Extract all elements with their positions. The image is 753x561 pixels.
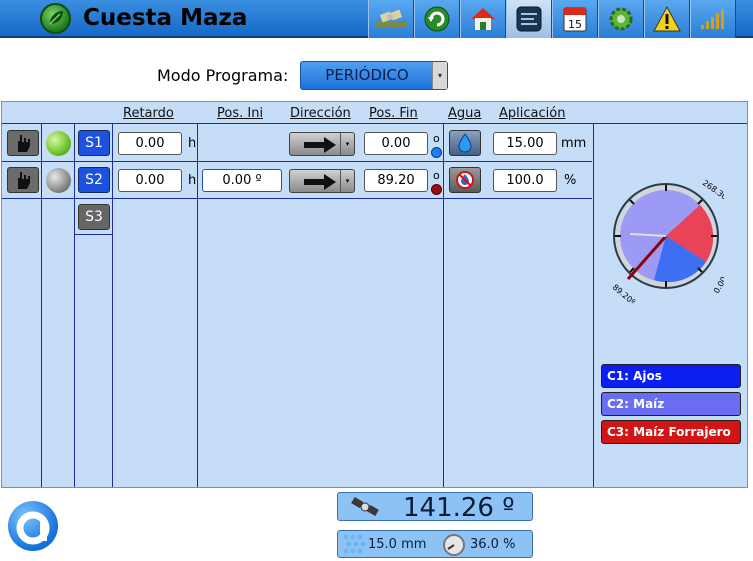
pos-fin-field[interactable]: 0.00 [364,132,428,155]
brand-logo [8,501,58,551]
column-divider [593,124,594,487]
aplicacion-unit: % [564,173,577,188]
mode-value: PERIÓDICO [325,66,409,84]
app-title: Cuesta Maza [83,5,248,31]
row-divider [2,198,592,199]
refresh-icon[interactable] [414,0,460,38]
arrow-right-icon [304,137,336,153]
status-dot-red [431,184,442,195]
chevron-down-icon[interactable]: ▾ [340,133,354,155]
row-divider [74,234,112,235]
warning-icon[interactable] [644,0,690,38]
col-header-aplicacion: Aplicación [499,106,566,121]
rain-icon [343,534,366,554]
col-header-pos-ini: Pos. Ini [217,106,264,121]
toolbar: 15 [368,0,736,38]
speed-percent: 36.0 % [470,537,516,552]
gear-icon[interactable] [598,0,644,38]
speed-gauge-icon [443,534,465,556]
water-off-button[interactable] [449,167,481,193]
sector-button-s2[interactable]: S2 [78,167,110,193]
header-divider [2,123,747,124]
aplicacion-unit: mm [561,136,587,151]
col-header-agua: Agua [448,106,482,121]
col-header-direccion: Dirección [290,106,351,121]
retardo-unit: h [188,136,197,151]
hand-icon [18,135,30,152]
column-divider [74,124,75,487]
manual-hand-button[interactable] [7,167,39,193]
position-display: 141.26 º [337,492,533,523]
pos-ini-field[interactable]: 0.00 º [202,169,282,192]
crop-c1[interactable]: C1: Ajos [601,364,741,388]
status-led-gray [46,168,71,193]
position-value: 141.26 º [403,493,515,523]
info-display: 15.0 mm 36.0 % [337,530,533,558]
aplicacion-field[interactable]: 15.00 [493,132,557,155]
title-area: Cuesta Maza [40,2,248,34]
status-dot-blue [431,147,442,158]
retardo-unit: h [188,173,197,188]
calendar-day: 15 [568,18,582,31]
retardo-field[interactable]: 0.00 [118,169,182,192]
leaf-icon[interactable] [40,2,71,34]
crop-c2[interactable]: C2: Maíz [601,392,741,416]
retardo-field[interactable]: 0.00 [118,132,182,155]
col-header-pos-fin: Pos. Fin [369,106,418,121]
list-icon[interactable] [506,0,552,38]
top-bar: Cuesta Maza 15 [0,0,753,38]
column-divider [41,124,42,487]
mode-label: Modo Programa: [157,66,289,85]
satellite-icon [351,497,379,516]
home-icon[interactable] [460,0,506,38]
hand-icon [18,172,30,189]
chevron-down-icon[interactable]: ▾ [432,62,447,89]
col-header-retardo: Retardo [123,106,174,121]
row-divider [2,161,592,162]
status-led-green [46,131,71,156]
calendar-icon[interactable]: 15 [552,0,598,38]
pos-fin-field[interactable]: 89.20 [364,169,428,192]
chevron-down-icon[interactable]: ▾ [340,170,354,192]
gauge-label-right: 0.00 [712,275,724,295]
mode-select[interactable]: PERIÓDICO ▾ [300,61,448,90]
direction-select[interactable]: ▾ [289,169,355,193]
degree-symbol: o [433,169,440,182]
satellite-icon[interactable] [368,0,414,38]
crop-c3[interactable]: C3: Maíz Forrajero [601,420,741,444]
column-divider [197,124,198,487]
sector-button-s1[interactable]: S1 [78,130,110,156]
signal-icon[interactable] [690,0,736,38]
gauge-label-left: 89.20º [611,283,637,306]
sectors-panel: Retardo Pos. Ini Dirección Pos. Fin Agua… [1,101,748,488]
manual-hand-button[interactable] [7,130,39,156]
aplicacion-field[interactable]: 100.0 [493,169,557,192]
column-divider [443,124,444,487]
water-amount: 15.0 mm [368,537,427,552]
water-off-icon [456,171,474,189]
water-button[interactable] [449,130,481,156]
degree-symbol: o [433,132,440,145]
pivot-gauge: 268.30º 0.00 89.20º [611,178,724,306]
direction-select[interactable]: ▾ [289,132,355,156]
water-drop-icon [458,133,472,153]
arrow-right-icon [304,174,336,190]
sector-button-s3[interactable]: S3 [78,204,110,230]
column-divider [112,124,113,487]
